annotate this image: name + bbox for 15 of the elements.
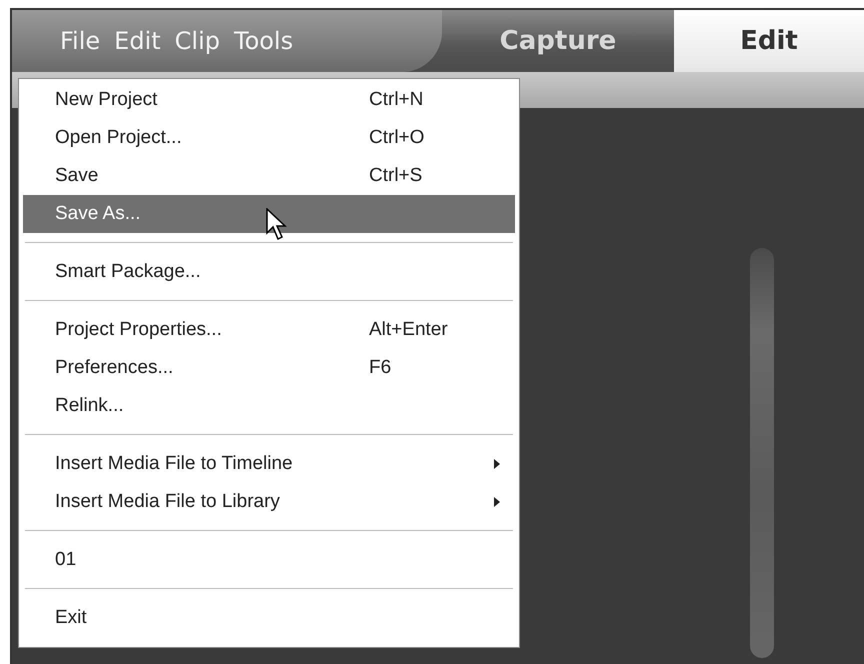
menu-item[interactable]: Project Properties... Alt+Enter bbox=[23, 311, 515, 349]
menu-item[interactable]: New Project Ctrl+N bbox=[23, 81, 515, 119]
menu-item[interactable]: Save As... bbox=[23, 195, 515, 233]
mouse-pointer-icon bbox=[266, 208, 290, 242]
menu-item[interactable]: Insert Media File to Library bbox=[23, 483, 515, 521]
menu-item[interactable]: Exit bbox=[23, 599, 515, 637]
menu-item[interactable]: Relink... bbox=[23, 387, 515, 425]
mode-tab[interactable]: Edit bbox=[674, 10, 864, 72]
mode-tab[interactable]: Capture bbox=[442, 10, 674, 72]
menu-item[interactable]: Insert Media File to Timeline bbox=[23, 445, 515, 483]
menu-item[interactable]: Preferences... F6 bbox=[23, 349, 515, 387]
menu-item[interactable]: Save Ctrl+S bbox=[23, 157, 515, 195]
menu-item[interactable]: 01 bbox=[23, 541, 515, 579]
menu-item[interactable]: Smart Package... bbox=[23, 253, 515, 291]
menu-item[interactable]: Open Project... Ctrl+O bbox=[23, 119, 515, 157]
